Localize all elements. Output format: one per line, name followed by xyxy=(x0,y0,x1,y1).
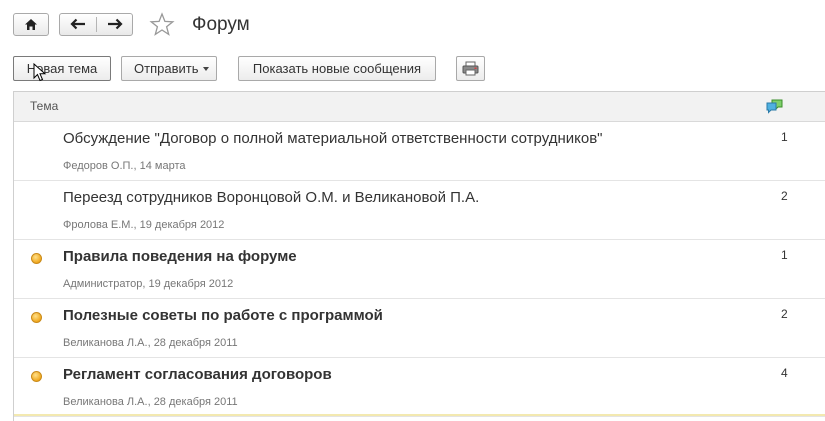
show-new-messages-button[interactable]: Показать новые сообщения xyxy=(238,56,436,81)
home-icon xyxy=(25,19,37,30)
table-row[interactable]: Полезные советы по работе с программой В… xyxy=(14,299,825,358)
page-title: Форум xyxy=(192,14,250,35)
topic-author-date: Администратор, 19 декабря 2012 xyxy=(63,278,234,290)
back-button[interactable] xyxy=(60,14,96,35)
message-count: 4 xyxy=(781,366,788,380)
topic-title: Переезд сотрудников Воронцовой О.М. и Ве… xyxy=(63,189,480,206)
column-header-topic[interactable]: Тема xyxy=(30,99,58,113)
arrow-left-icon xyxy=(70,18,85,30)
chevron-down-icon xyxy=(203,67,209,71)
unread-dot-icon xyxy=(31,312,42,323)
message-count: 2 xyxy=(781,307,788,321)
message-count: 1 xyxy=(781,130,788,144)
printer-icon xyxy=(462,61,479,76)
table-row[interactable]: Обсуждение "Договор о полной материально… xyxy=(14,122,825,181)
topic-title: Регламент согласования договоров xyxy=(63,366,332,383)
table-row[interactable]: Регламент согласования договоров Великан… xyxy=(14,358,825,417)
messages-icon[interactable] xyxy=(766,98,784,114)
send-dropdown-button[interactable]: Отправить xyxy=(121,56,217,81)
message-count: 1 xyxy=(781,248,788,262)
topic-author-date: Великанова Л.А., 28 декабря 2011 xyxy=(63,396,238,408)
send-button-label: Отправить xyxy=(134,61,199,76)
table-row[interactable]: Правила поведения на форуме Администрато… xyxy=(14,240,825,299)
print-button[interactable] xyxy=(456,56,485,81)
message-count: 2 xyxy=(781,189,788,203)
unread-dot-icon xyxy=(31,371,42,382)
topic-title: Полезные советы по работе с программой xyxy=(63,307,383,324)
new-topic-button[interactable]: Новая тема xyxy=(13,56,111,81)
topic-title: Правила поведения на форуме xyxy=(63,248,297,265)
forward-button[interactable] xyxy=(97,14,133,35)
topic-author-date: Фролова Е.М., 19 декабря 2012 xyxy=(63,219,225,231)
topic-author-date: Великанова Л.А., 28 декабря 2011 xyxy=(63,337,238,349)
arrow-right-icon xyxy=(108,18,123,30)
unread-dot-icon xyxy=(31,253,42,264)
divider xyxy=(14,414,825,416)
forum-topics-table: Тема Обсуждение "Договор о полной матери… xyxy=(13,91,825,421)
home-button[interactable] xyxy=(13,13,49,36)
navigation-buttons xyxy=(59,13,133,36)
topic-author-date: Федоров О.П., 14 марта xyxy=(63,160,186,172)
mouse-cursor-icon xyxy=(33,63,47,82)
topic-title: Обсуждение "Договор о полной материально… xyxy=(63,130,603,147)
table-row[interactable]: Переезд сотрудников Воронцовой О.М. и Ве… xyxy=(14,181,825,240)
star-icon[interactable] xyxy=(149,12,175,37)
table-header: Тема xyxy=(14,92,825,122)
